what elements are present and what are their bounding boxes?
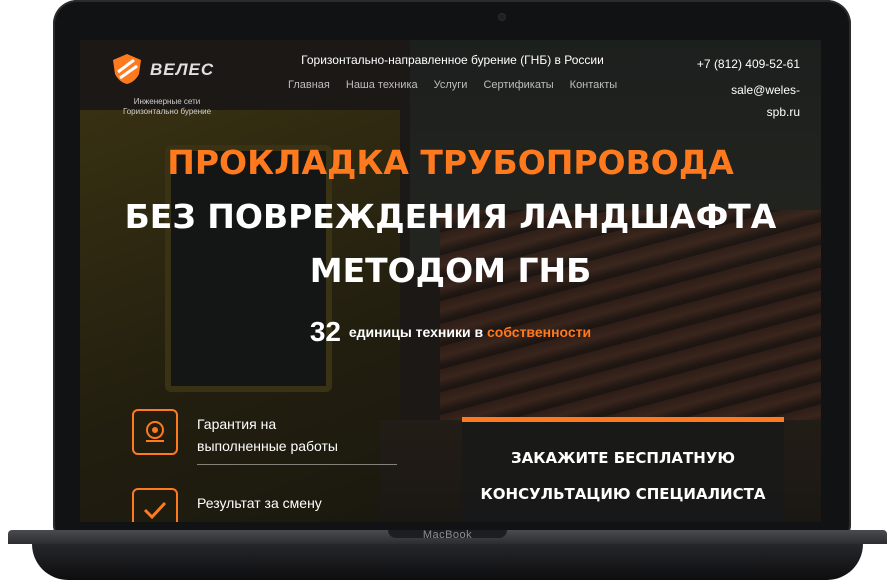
hero-title-line2: БЕЗ ПОВРЕЖДЕНИЯ ЛАНДШАФТА bbox=[124, 197, 777, 236]
main-nav: Главная Наша техника Услуги Сертификаты … bbox=[288, 79, 617, 91]
stat-number: 32 bbox=[309, 316, 341, 347]
site-tagline: Горизонтально-направленное бурение (ГНБ)… bbox=[301, 53, 604, 67]
device-brand-label: MacBook bbox=[422, 529, 473, 541]
nav-home[interactable]: Главная bbox=[288, 79, 330, 91]
feature-text: Гарантия на выполненные работы bbox=[197, 416, 338, 454]
consultation-cta[interactable]: ЗАКАЖИТЕ БЕСПЛАТНУЮ КОНСУЛЬТАЦИЮ СПЕЦИАЛ… bbox=[462, 417, 784, 522]
shield-logo-icon bbox=[113, 54, 141, 84]
feature-divider bbox=[197, 464, 397, 465]
feature-text: Результат за смену bbox=[197, 495, 322, 511]
nav-equipment[interactable]: Наша техника bbox=[346, 79, 418, 91]
logo-subtitle: Инженерные сети Горизонтально бурение bbox=[122, 97, 212, 116]
email-link[interactable]: sale@weles-spb.ru bbox=[710, 79, 800, 123]
logo-name: ВЕЛЕС bbox=[150, 60, 215, 79]
stat-text: единицы техники в bbox=[348, 324, 484, 340]
nav-contacts[interactable]: Контакты bbox=[570, 79, 618, 91]
checkbox-icon bbox=[132, 488, 178, 522]
medal-icon bbox=[132, 409, 178, 455]
nav-services[interactable]: Услуги bbox=[434, 79, 468, 91]
nav-certificates[interactable]: Сертификаты bbox=[483, 79, 553, 91]
cta-line1: ЗАКАЖИТЕ БЕСПЛАТНУЮ bbox=[510, 449, 736, 467]
equipment-stat: 32 единицы техники в собственности bbox=[80, 316, 821, 348]
hero-title-line1: ПРОКЛАДКА ТРУБОПРОВОДА bbox=[167, 143, 734, 182]
cta-line2: КОНСУЛЬТАЦИЮ СПЕЦИАЛИСТА bbox=[480, 485, 766, 503]
stat-accent: собственности bbox=[486, 324, 592, 340]
website-screen: ВЕЛЕС Инженерные сети Горизонтально буре… bbox=[80, 40, 821, 522]
hero-title-line3: МЕТОДОМ ГНБ bbox=[309, 251, 592, 290]
camera-icon bbox=[499, 14, 505, 20]
phone-link[interactable]: +7 (812) 409-52-61 bbox=[697, 57, 800, 71]
